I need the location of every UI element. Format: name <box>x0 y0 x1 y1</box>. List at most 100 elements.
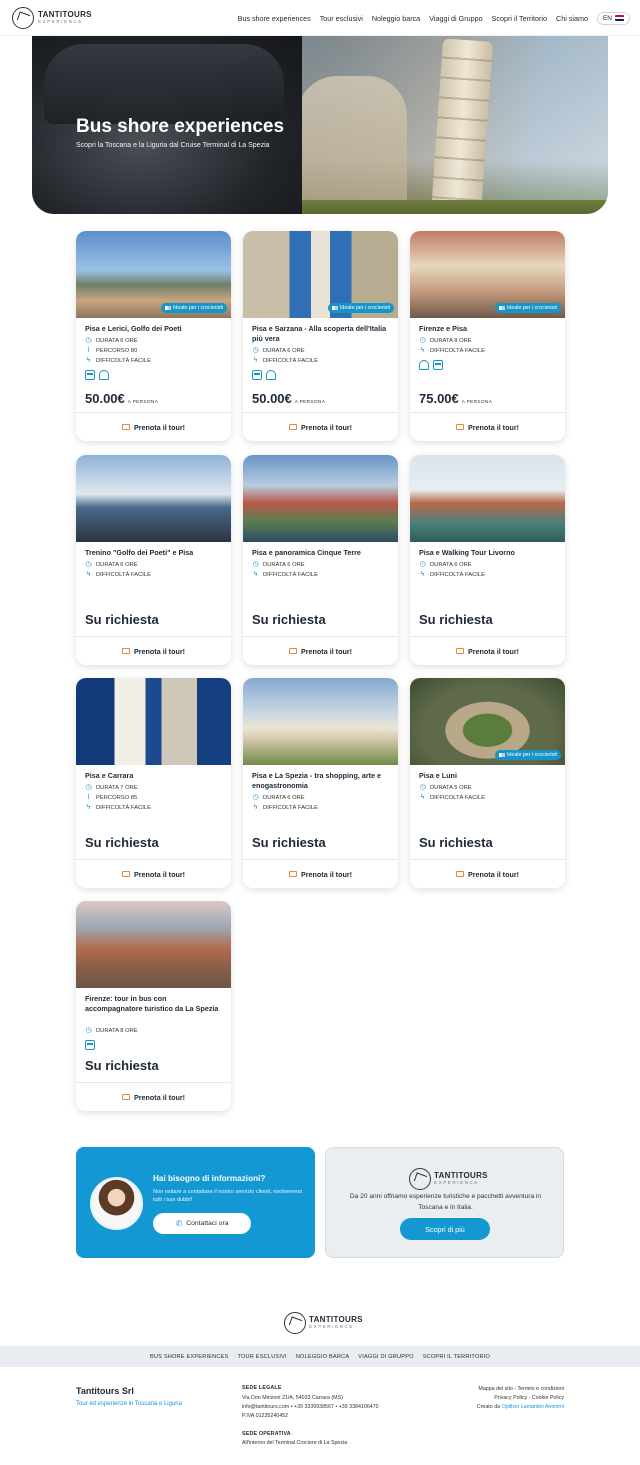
footer-privacy-cookie[interactable]: Privacy Policy - Cookie Policy <box>494 1395 564 1401</box>
book-tour-button[interactable]: Prenota il tour! <box>76 637 231 665</box>
tour-feature-label: PERCORSO 85 <box>96 794 138 801</box>
book-tour-button[interactable]: Prenota il tour! <box>243 860 398 888</box>
bolt-icon: ϟ <box>253 804 258 811</box>
book-tour-button[interactable]: Prenota il tour! <box>76 413 231 441</box>
tour-card[interactable]: Ideale per i crocieristi Pisa e Sarzana -… <box>243 231 398 441</box>
footer-nav-tour-esclusivi[interactable]: TOUR ESCLUSIVI <box>237 1354 286 1360</box>
nav-scopri-territorio[interactable]: Scopri il Territorio <box>492 14 547 23</box>
cruise-badge-label: Ideale per i crocieristi <box>172 305 223 311</box>
footer-nav-viaggi-gruppo[interactable]: VIAGGI DI GRUPPO <box>358 1354 413 1360</box>
footer-logo[interactable]: TANTITOURS EXPERIENCE <box>284 1312 363 1334</box>
tour-feature-label: DIFFICOLTÀ FACILE <box>263 357 318 364</box>
book-tour-button[interactable]: Prenota il tour! <box>410 860 565 888</box>
tour-feature: ◷ DURATA 7 ORE <box>85 784 137 791</box>
clock-icon: ◷ <box>419 337 426 344</box>
tour-title[interactable]: Pisa e Carrara <box>85 771 223 781</box>
tour-title[interactable]: Pisa e Walking Tour Livorno <box>419 548 557 558</box>
footer-sitemap-terms[interactable]: Mappa del sito - Termini e condizioni <box>478 1386 564 1392</box>
tour-price: Su richiesta <box>85 1058 159 1073</box>
tour-card[interactable]: Pisa e La Spezia - tra shopping, arte e … <box>243 678 398 888</box>
tour-feature: ◷ DURATA 8 ORE <box>85 1027 138 1034</box>
cruise-badge: Ideale per i crocieristi <box>327 303 394 313</box>
logo-icon <box>12 7 34 29</box>
tour-feature-label: DURATA 8 ORE <box>96 1027 138 1034</box>
book-tour-label: Prenota il tour! <box>133 869 186 879</box>
logo-subtitle: EXPERIENCE <box>38 19 84 25</box>
logo-subtitle: EXPERIENCE <box>434 1180 480 1186</box>
book-tour-label: Prenota il tour! <box>467 646 520 656</box>
nav-viaggi-gruppo[interactable]: Viaggi di Gruppo <box>429 14 482 23</box>
book-tour-label: Prenota il tour! <box>300 422 353 432</box>
tour-image[interactable] <box>243 455 398 542</box>
tour-title[interactable]: Pisa e panoramica Cinque Terre <box>252 548 390 558</box>
ticket-icon <box>121 648 130 654</box>
tour-card[interactable]: Ideale per i crocieristi Pisa e Lerici, G… <box>76 231 231 441</box>
transport-icons <box>419 360 443 370</box>
tram-icon <box>419 360 429 370</box>
clock-icon: ◷ <box>419 561 426 568</box>
footer-nav-bus-shore[interactable]: BUS SHORE EXPERIENCES <box>150 1354 229 1360</box>
tour-image[interactable] <box>76 678 231 765</box>
route-icon: ⌇ <box>86 347 91 354</box>
contact-button[interactable]: ✆ Contattaci ora <box>153 1213 251 1234</box>
tour-title[interactable]: Trenino "Golfo dei Poeti" e Pisa <box>85 548 223 558</box>
nav-noleggio-barca[interactable]: Noleggio barca <box>372 14 420 23</box>
tour-title[interactable]: Pisa e Lerici, Golfo dei Poeti <box>85 324 223 334</box>
tour-feature: ◷ DURATA 6 ORE <box>419 561 471 568</box>
footer-credit: Creato da Opificio Lamantini Anonimi <box>477 1404 564 1410</box>
book-tour-label: Prenota il tour! <box>133 1092 186 1102</box>
ticket-icon <box>288 424 297 430</box>
logo-title: TANTITOURS <box>309 1315 363 1325</box>
tour-card[interactable]: Ideale per i crocieristi Pisa e Luni ◷ DURA… <box>410 678 565 888</box>
nav-chi-siamo[interactable]: Chi siamo <box>556 14 588 23</box>
clock-icon: ◷ <box>85 337 92 344</box>
tour-title[interactable]: Pisa e Luni <box>419 771 557 781</box>
footer-credit-link[interactable]: Opificio Lamantini Anonimi <box>502 1404 564 1410</box>
bolt-icon: ϟ <box>253 357 258 364</box>
book-tour-button[interactable]: Prenota il tour! <box>76 860 231 888</box>
tour-card[interactable]: Pisa e Carrara ◷ DURATA 7 ORE ⌇ PERCORSO 85 ϟ… <box>76 678 231 888</box>
tour-title[interactable]: Firenze e Pisa <box>419 324 557 334</box>
tour-image[interactable] <box>76 901 231 988</box>
hero-title: Bus shore experiences <box>76 116 285 137</box>
tour-card[interactable]: Ideale per i crocieristi Firenze e Pisa ◷ D… <box>410 231 565 441</box>
tour-card[interactable]: Pisa e Walking Tour Livorno ◷ DURATA 6 ORE… <box>410 455 565 665</box>
bolt-icon: ϟ <box>420 794 425 801</box>
discover-more-button[interactable]: Scopri di più <box>400 1218 490 1240</box>
book-tour-button[interactable]: Prenota il tour! <box>76 1083 231 1111</box>
tour-card[interactable]: Firenze: tour in bus con accompagnatore … <box>76 901 231 1111</box>
book-tour-button[interactable]: Prenota il tour! <box>410 413 565 441</box>
price-unit: A PERSONA <box>461 400 493 405</box>
language-switcher[interactable]: EN <box>596 11 630 25</box>
book-tour-button[interactable]: Prenota il tour! <box>410 637 565 665</box>
footer-nav-noleggio-barca[interactable]: NOLEGGIO BARCA <box>296 1354 349 1360</box>
tour-feature: ϟ DIFFICOLTÀ FACILE <box>252 357 318 364</box>
book-tour-button[interactable]: Prenota il tour! <box>243 413 398 441</box>
tour-feature-label: DURATA 8 ORE <box>430 337 472 344</box>
nav-tour-esclusivi[interactable]: Tour esclusivi <box>320 14 363 23</box>
tour-image[interactable] <box>410 455 565 542</box>
tour-title[interactable]: Firenze: tour in bus con accompagnatore … <box>85 994 223 1014</box>
price-value: 50.00€ <box>252 391 292 406</box>
about-logo: TANTITOURS EXPERIENCE <box>409 1168 488 1190</box>
site-logo[interactable]: TANTITOURS EXPERIENCE <box>12 7 92 29</box>
tour-image[interactable] <box>243 678 398 765</box>
tour-feature: ϟ DIFFICOLTÀ FACILE <box>419 794 485 801</box>
footer-legal-contacts[interactable]: info@tantitours.com • +39 3339938567 • +… <box>242 1404 379 1410</box>
bolt-icon: ϟ <box>253 571 258 578</box>
tour-feature: ϟ DIFFICOLTÀ FACILE <box>252 571 318 578</box>
footer-nav-scopri-territorio[interactable]: SCOPRI IL TERRITORIO <box>423 1354 490 1360</box>
tour-title[interactable]: Pisa e Sarzana - Alla scoperta dell'Ital… <box>252 324 390 344</box>
book-tour-label: Prenota il tour! <box>133 646 186 656</box>
tour-title[interactable]: Pisa e La Spezia - tra shopping, arte e … <box>252 771 390 791</box>
tour-card[interactable]: Trenino "Golfo dei Poeti" e Pisa ◷ DURATA … <box>76 455 231 665</box>
book-tour-button[interactable]: Prenota il tour! <box>243 637 398 665</box>
tour-price: Su richiesta <box>85 835 159 850</box>
nav-bus-shore[interactable]: Bus shore experiences <box>238 14 311 23</box>
tour-card[interactable]: Pisa e panoramica Cinque Terre ◷ DURATA 5 … <box>243 455 398 665</box>
tour-feature: ϟ DIFFICOLTÀ FACILE <box>419 571 485 578</box>
tour-feature-label: DIFFICOLTÀ FACILE <box>96 357 151 364</box>
about-box: TANTITOURS EXPERIENCE Da 20 anni offriam… <box>325 1147 564 1258</box>
tour-image[interactable] <box>76 455 231 542</box>
tour-feature: ⌇ PERCORSO 85 <box>85 794 137 801</box>
